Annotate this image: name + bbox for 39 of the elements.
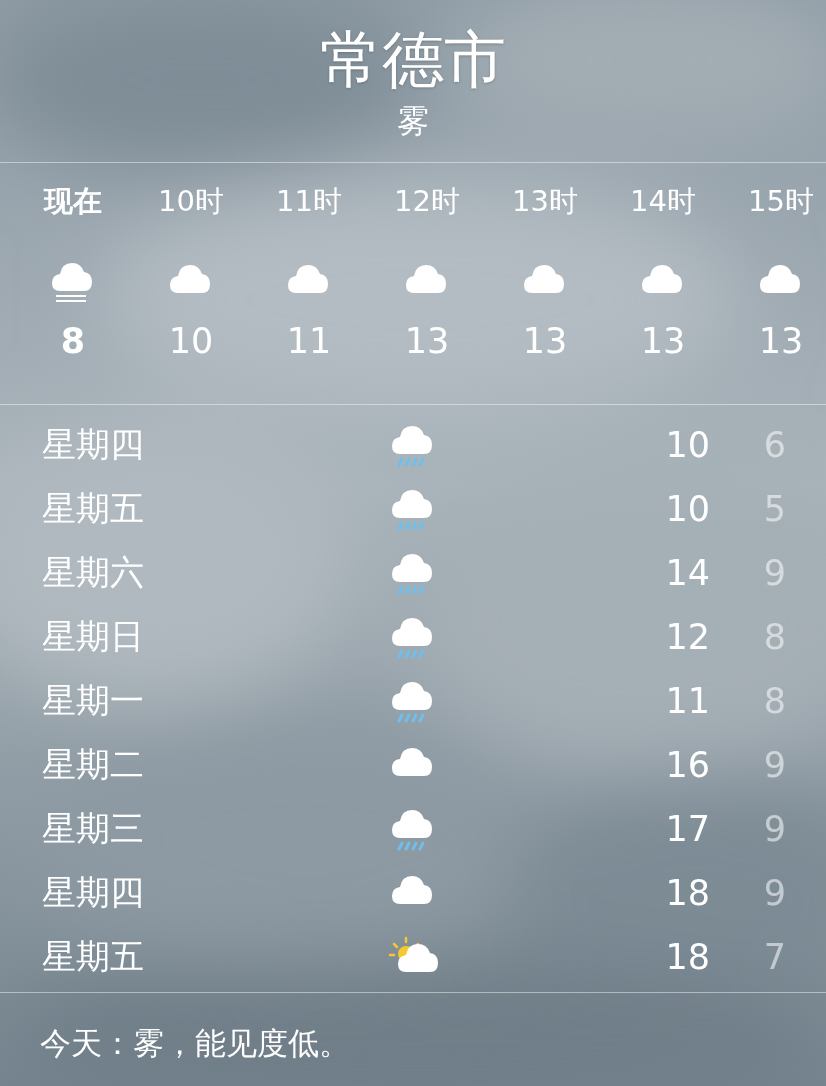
high-temperature: 17 bbox=[664, 809, 710, 849]
hour-label: 14时 bbox=[630, 183, 696, 219]
weather-condition: 雾 bbox=[397, 101, 429, 141]
hour-temperature: 11 bbox=[286, 321, 332, 361]
day-label: 星期五 bbox=[42, 935, 145, 978]
high-temperature: 14 bbox=[664, 553, 710, 593]
hour-temperature: 13 bbox=[758, 321, 804, 361]
high-temperature: 10 bbox=[664, 489, 710, 529]
hour-temperature: 8 bbox=[60, 321, 86, 361]
low-temperature: 9 bbox=[762, 873, 786, 913]
day-label: 星期一 bbox=[42, 679, 145, 722]
city-name: 常德市 bbox=[320, 25, 506, 95]
high-temperature: 18 bbox=[664, 873, 710, 913]
high-temperature: 18 bbox=[664, 937, 710, 977]
low-temperature: 9 bbox=[762, 809, 786, 849]
hour-temperature: 13 bbox=[640, 321, 686, 361]
hour-label: 13时 bbox=[512, 183, 578, 219]
hour-label: 现在 bbox=[44, 183, 102, 219]
high-temperature: 12 bbox=[664, 617, 710, 657]
hour-label: 10时 bbox=[158, 183, 224, 219]
high-temperature: 11 bbox=[664, 681, 710, 721]
hour-temperature: 13 bbox=[522, 321, 568, 361]
day-label: 星期四 bbox=[42, 423, 145, 466]
high-temperature: 16 bbox=[664, 745, 710, 785]
day-label: 星期日 bbox=[42, 615, 145, 658]
low-temperature: 7 bbox=[762, 937, 786, 977]
day-label: 星期四 bbox=[42, 871, 145, 914]
hour-label: 15时 bbox=[748, 183, 814, 219]
hour-temperature: 13 bbox=[404, 321, 450, 361]
hour-label: 12时 bbox=[394, 183, 460, 219]
low-temperature: 9 bbox=[762, 745, 786, 785]
day-label: 星期六 bbox=[42, 551, 145, 594]
day-label: 星期五 bbox=[42, 487, 145, 530]
day-label: 星期二 bbox=[42, 743, 145, 786]
high-temperature: 10 bbox=[664, 425, 710, 465]
forecast-summary: 今天：雾，能见度低。 bbox=[40, 1024, 351, 1063]
day-label: 星期三 bbox=[42, 807, 145, 850]
hour-label: 11时 bbox=[276, 183, 342, 219]
hour-temperature: 10 bbox=[168, 321, 214, 361]
